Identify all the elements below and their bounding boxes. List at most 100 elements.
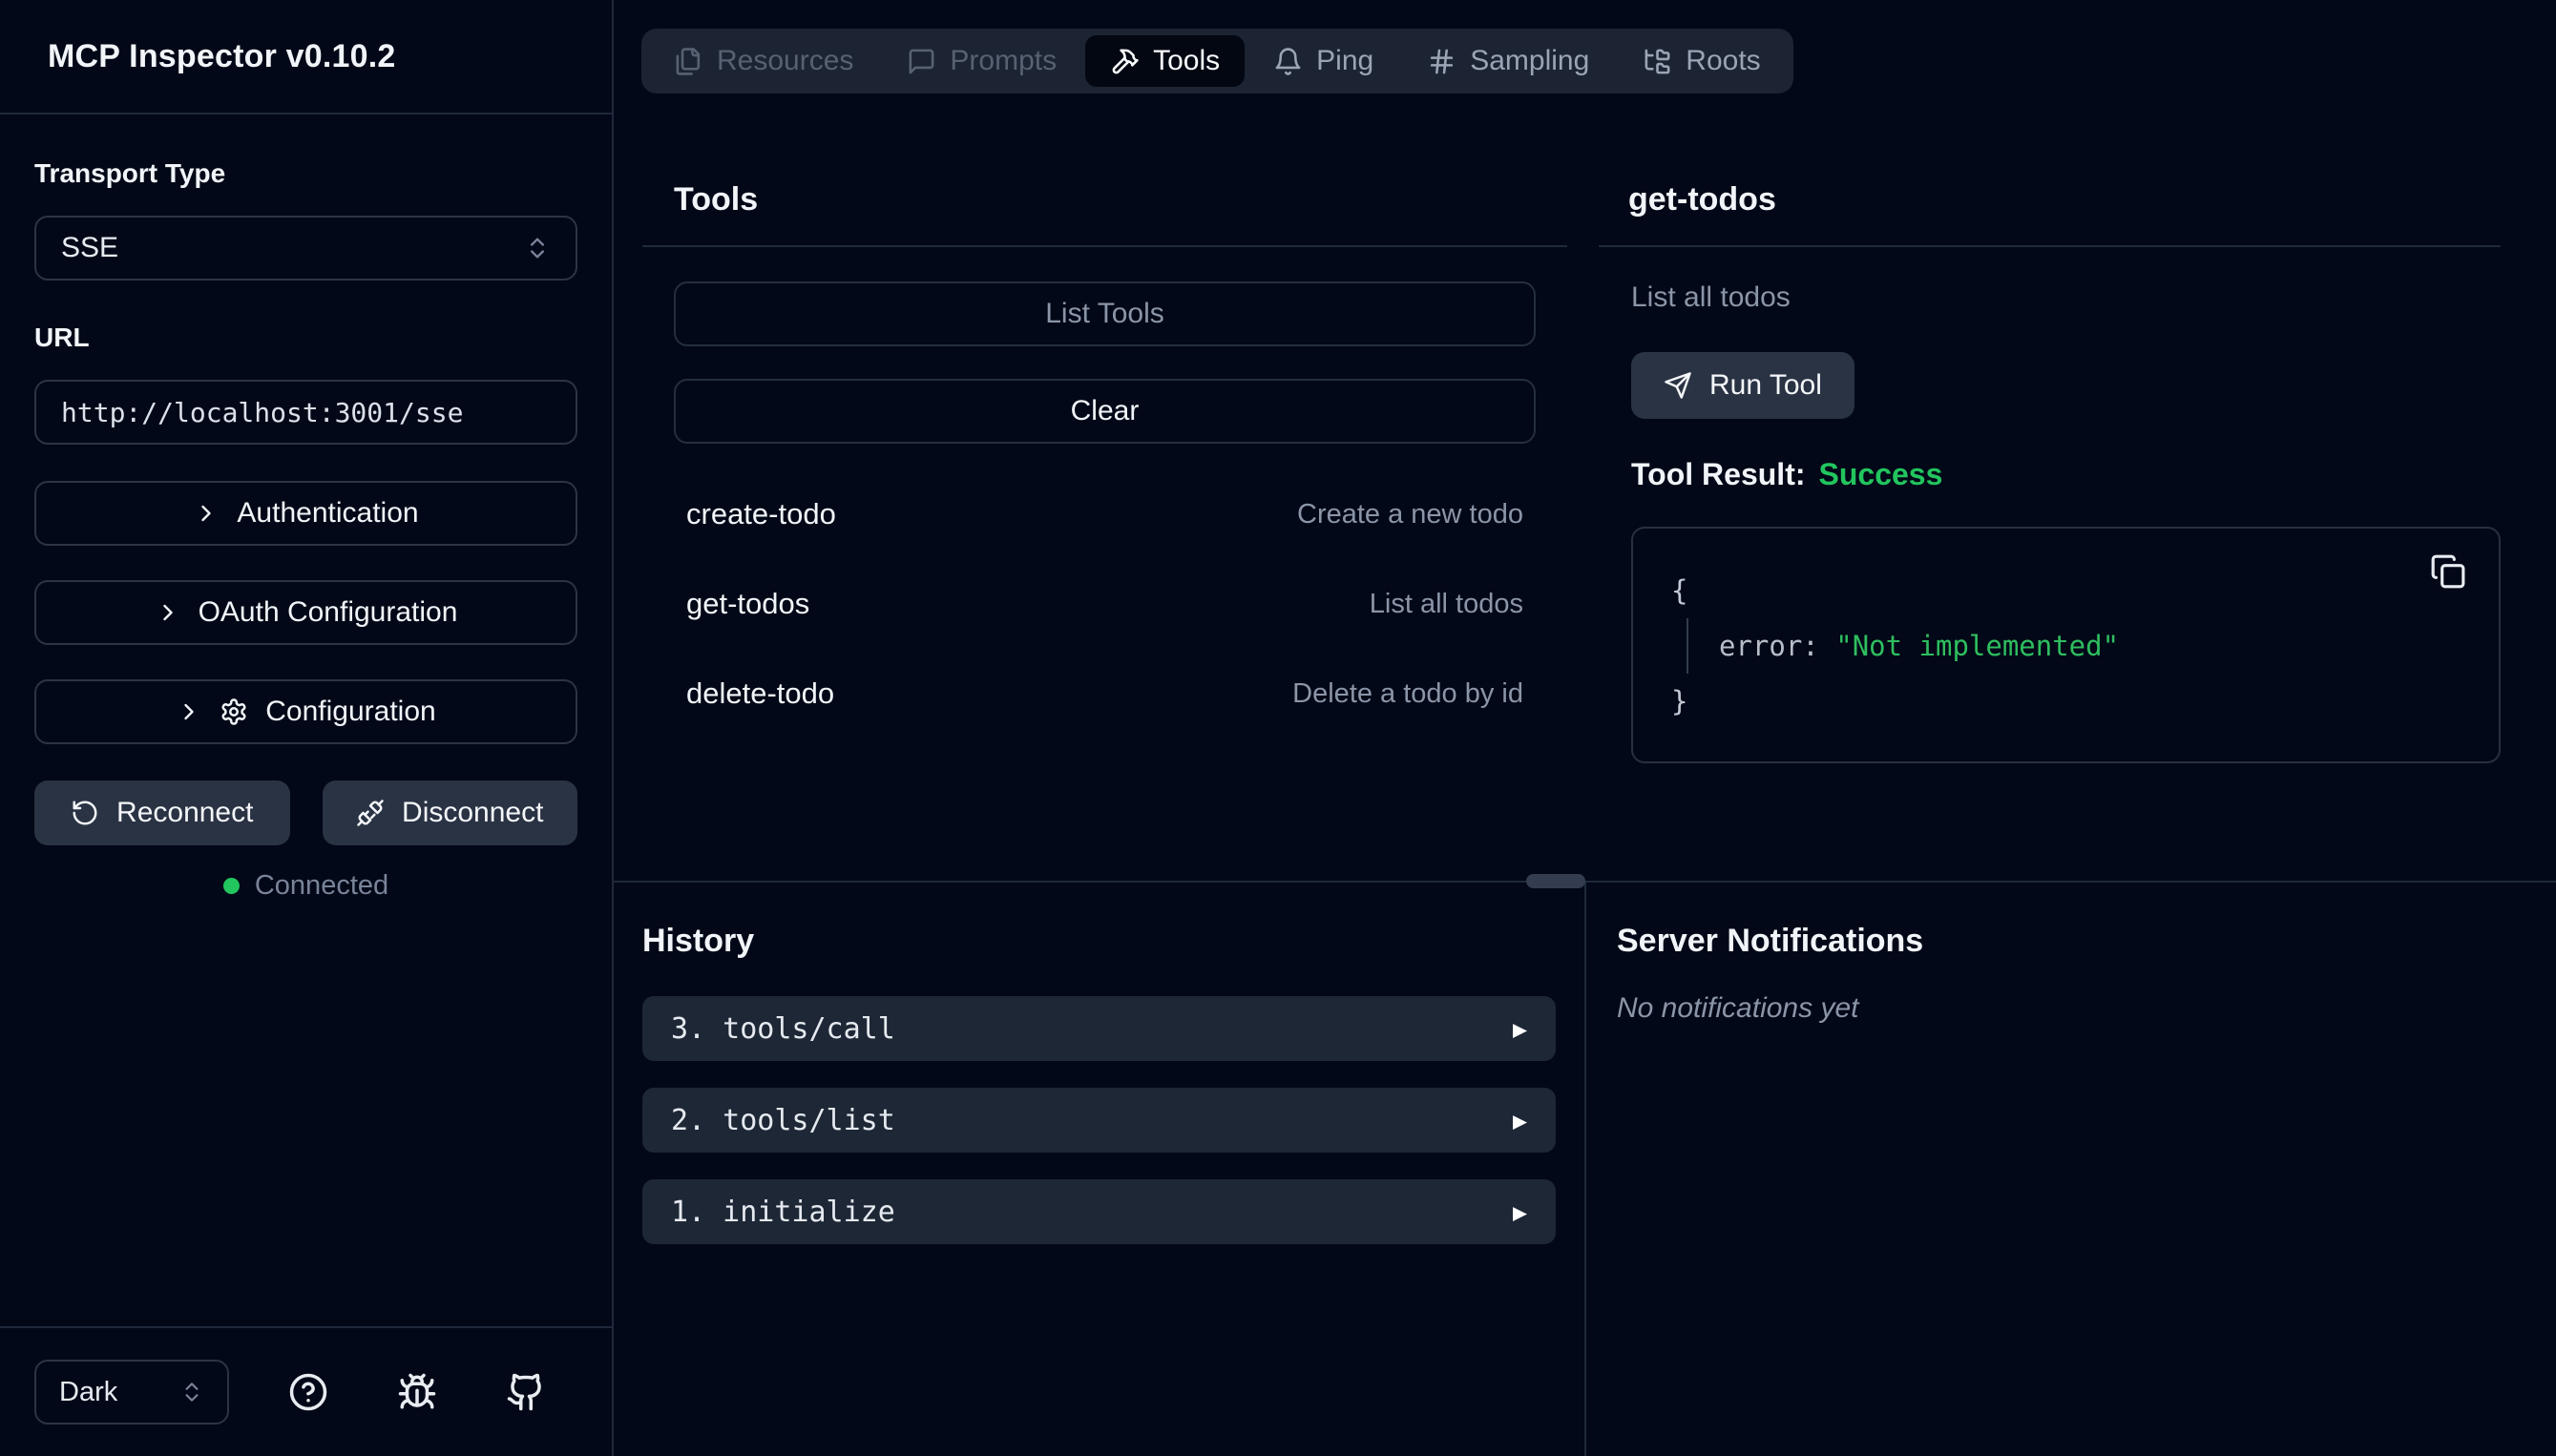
run-tool-button[interactable]: Run Tool — [1631, 352, 1854, 419]
tool-result-json: { error: "Not implemented" } — [1631, 527, 2501, 763]
json-open-brace: { — [1671, 563, 2461, 618]
expand-arrow-icon: ▶ — [1513, 1107, 1527, 1134]
divider — [1599, 245, 2501, 247]
tool-name: create-todo — [686, 497, 836, 531]
bug-icon[interactable] — [397, 1372, 437, 1412]
rotate-ccw-icon — [71, 799, 99, 827]
history-panel: History 3. tools/call ▶ 2. tools/list ▶ … — [614, 883, 1584, 1456]
disconnect-label: Disconnect — [402, 797, 543, 829]
github-icon[interactable] — [506, 1372, 546, 1412]
tab-tools[interactable]: Tools — [1085, 35, 1245, 87]
json-string-value: "Not implemented" — [1835, 630, 2119, 662]
connected-status-dot — [223, 878, 240, 894]
connection-actions: Reconnect Disconnect — [34, 780, 577, 845]
history-item-label: 3. tools/call — [671, 1012, 895, 1046]
history-title: History — [642, 923, 1556, 960]
oauth-configuration-collapse-button[interactable]: OAuth Configuration — [34, 580, 577, 645]
tools-panel-buttons: List Tools Clear — [674, 281, 1536, 444]
tab-resources[interactable]: Resources — [649, 29, 878, 94]
divider — [642, 245, 1567, 247]
oauth-configuration-label: OAuth Configuration — [199, 596, 458, 629]
footer-icons — [288, 1372, 546, 1412]
configuration-collapse-button[interactable]: Configuration — [34, 679, 577, 744]
expand-arrow-icon: ▶ — [1513, 1015, 1527, 1043]
tab-sampling[interactable]: Sampling — [1402, 29, 1614, 94]
tool-description: Create a new todo — [1297, 499, 1523, 530]
json-key: error: — [1719, 630, 1819, 662]
tool-detail-description: List all todos — [1631, 281, 2501, 314]
sidebar-header: MCP Inspector v0.10.2 — [0, 0, 612, 114]
tab-ping-label: Ping — [1316, 45, 1373, 77]
clear-button[interactable]: Clear — [674, 379, 1536, 444]
transport-type-value: SSE — [61, 232, 118, 264]
tool-row-get-todos[interactable]: get-todos List all todos — [686, 572, 1523, 636]
url-input[interactable]: http://localhost:3001/sse — [34, 380, 577, 445]
tool-description: Delete a todo by id — [1292, 678, 1523, 710]
tool-result-label: Tool Result: — [1631, 457, 1806, 492]
splitter-drag-handle[interactable] — [1526, 874, 1585, 888]
chevron-right-icon — [193, 500, 220, 527]
gear-icon — [220, 697, 248, 726]
history-item-tools-call[interactable]: 3. tools/call ▶ — [642, 996, 1556, 1061]
help-icon[interactable] — [288, 1372, 328, 1412]
url-value: http://localhost:3001/sse — [61, 397, 463, 428]
authentication-label: Authentication — [237, 497, 418, 530]
connection-settings: Transport Type SSE URL http://localhost:… — [0, 114, 612, 1326]
reconnect-button[interactable]: Reconnect — [34, 780, 290, 845]
reconnect-label: Reconnect — [116, 797, 253, 829]
bell-icon — [1273, 47, 1303, 76]
tab-sampling-label: Sampling — [1470, 45, 1589, 77]
theme-value: Dark — [59, 1377, 117, 1408]
connected-status-text: Connected — [255, 870, 388, 902]
copy-icon — [2430, 553, 2466, 590]
list-tools-button[interactable]: List Tools — [674, 281, 1536, 346]
tab-ping[interactable]: Ping — [1248, 29, 1398, 94]
send-icon — [1664, 371, 1692, 400]
chevrons-up-down-icon — [179, 1380, 204, 1404]
theme-select[interactable]: Dark — [34, 1360, 229, 1425]
tab-resources-label: Resources — [717, 45, 853, 77]
tool-detail-title: get-todos — [1628, 181, 2501, 218]
history-list: 3. tools/call ▶ 2. tools/list ▶ 1. initi… — [642, 996, 1556, 1244]
history-item-initialize[interactable]: 1. initialize ▶ — [642, 1179, 1556, 1244]
tab-roots-label: Roots — [1686, 45, 1760, 77]
tab-prompts[interactable]: Prompts — [882, 29, 1081, 94]
disconnect-button[interactable]: Disconnect — [323, 780, 578, 845]
server-notifications-title: Server Notifications — [1617, 923, 2556, 960]
history-item-label: 2. tools/list — [671, 1104, 895, 1137]
chevron-right-icon — [176, 698, 202, 725]
tool-result-row: Tool Result: Success — [1631, 457, 2501, 492]
hammer-icon — [1110, 47, 1140, 76]
tool-detail-panel: get-todos List all todos Run Tool Tool R… — [1599, 94, 2501, 881]
run-tool-label: Run Tool — [1709, 369, 1822, 402]
unplug-icon — [356, 799, 385, 827]
files-icon — [674, 47, 703, 76]
tool-name: delete-todo — [686, 676, 834, 711]
tabbar: Resources Prompts Tools Ping Sampling Ro… — [641, 29, 1793, 94]
tab-roots[interactable]: Roots — [1618, 29, 1785, 94]
expand-arrow-icon: ▶ — [1513, 1198, 1527, 1226]
app-title: MCP Inspector v0.10.2 — [48, 38, 396, 75]
copy-button[interactable] — [2430, 553, 2472, 595]
tool-name: get-todos — [686, 587, 809, 621]
horizontal-splitter — [614, 881, 2556, 883]
tool-row-delete-todo[interactable]: delete-todo Delete a todo by id — [686, 661, 1523, 726]
history-item-label: 1. initialize — [671, 1196, 895, 1229]
sidebar: MCP Inspector v0.10.2 Transport Type SSE… — [0, 0, 614, 1456]
transport-type-select[interactable]: SSE — [34, 216, 577, 281]
hash-icon — [1427, 47, 1456, 76]
chevron-right-icon — [155, 599, 181, 626]
sidebar-footer: Dark — [0, 1326, 612, 1456]
panels: Tools List Tools Clear create-todo Creat… — [614, 94, 2556, 881]
tool-row-create-todo[interactable]: create-todo Create a new todo — [686, 482, 1523, 547]
authentication-collapse-button[interactable]: Authentication — [34, 481, 577, 546]
json-close-brace: } — [1671, 674, 2461, 729]
tools-panel: Tools List Tools Clear create-todo Creat… — [642, 94, 1567, 881]
tab-prompts-label: Prompts — [950, 45, 1057, 77]
tool-result-status: Success — [1819, 457, 1943, 492]
folder-tree-icon — [1643, 47, 1672, 76]
tool-list: create-todo Create a new todo get-todos … — [686, 482, 1523, 726]
json-error-line: error: "Not implemented" — [1687, 618, 2461, 674]
history-item-tools-list[interactable]: 2. tools/list ▶ — [642, 1088, 1556, 1153]
server-notifications-panel: Server Notifications No notifications ye… — [1584, 883, 2556, 1456]
